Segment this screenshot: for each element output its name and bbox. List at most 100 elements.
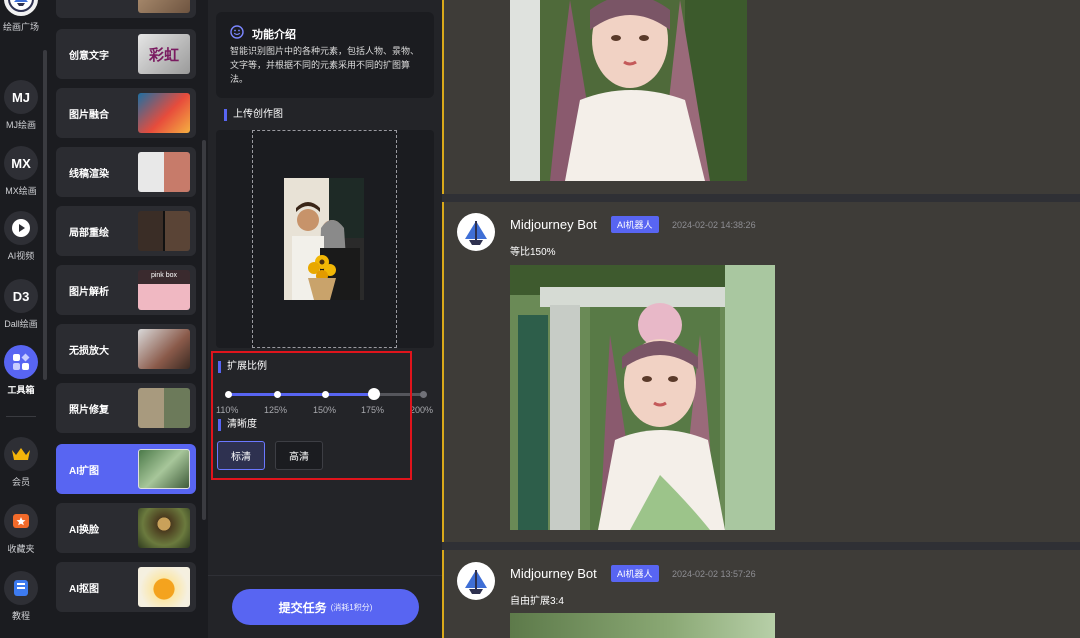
bot-avatar[interactable]	[457, 213, 495, 251]
upload-dropzone[interactable]	[216, 130, 434, 348]
message-timestamp: 2024-02-02 14:38:26	[672, 220, 756, 230]
message-text: 自由扩展3:4	[510, 596, 564, 607]
tool-thumb-restore	[138, 388, 190, 428]
tool-item-lineart[interactable]: 线稿渲染	[56, 147, 196, 197]
bot-avatar[interactable]	[457, 562, 495, 600]
crown-icon	[4, 437, 38, 471]
d3-icon: D3	[4, 279, 38, 313]
scale-stop-200[interactable]	[420, 391, 427, 398]
message-text: 等比150%	[510, 247, 556, 258]
scale-tick: 200%	[410, 405, 434, 415]
bot-badge: AI机器人	[611, 565, 659, 582]
mj-icon: MJ	[4, 80, 38, 114]
message-marker	[442, 550, 444, 638]
message-marker	[442, 202, 444, 542]
tool-thumb-creative-text: 彩虹	[138, 34, 190, 74]
tool-list-scrollbar[interactable]	[201, 0, 208, 638]
rail-label-tutorial: 教程	[11, 611, 30, 621]
intro-title: 功能介绍	[252, 29, 296, 41]
tool-label: 局部重绘	[69, 228, 109, 239]
tool-item-top-partial[interactable]	[56, 0, 196, 18]
submit-task-button[interactable]: 提交任务 (消耗1积分)	[232, 589, 419, 625]
rail-label-favorites: 收藏夹	[7, 544, 35, 554]
tutorial-icon	[4, 571, 38, 605]
tool-item-faceswap[interactable]: AI换脸	[56, 503, 196, 553]
message-separator	[442, 194, 1080, 202]
tool-thumb-parse: pink box	[138, 270, 190, 310]
message-timestamp: 2024-02-02 13:57:26	[672, 569, 756, 579]
rail-item-member[interactable]: 会员	[0, 437, 42, 488]
tool-thumb-cutout	[138, 567, 190, 607]
art-gallery-icon	[4, 0, 38, 16]
uploaded-image-preview[interactable]	[284, 178, 364, 300]
tool-label: 线稿渲染	[69, 169, 109, 180]
rail-item-toolbox[interactable]: 工具箱	[0, 345, 42, 396]
tool-item-parse[interactable]: 图片解析 pink box	[56, 265, 196, 315]
rail-label-mx: MX绘画	[5, 186, 37, 196]
tool-thumb-lineart	[138, 152, 190, 192]
feature-intro-card: 功能介绍 智能识别图片中的各种元素，包括人物、景物、文字等，并根据不同的元素采用…	[216, 12, 434, 98]
message-separator	[442, 542, 1080, 550]
panel-divider	[208, 575, 442, 576]
tool-thumb-top	[138, 0, 190, 13]
generated-image-2[interactable]	[510, 265, 775, 530]
rail-label-toolbox: 工具箱	[7, 385, 35, 395]
rail-label-video: AI视频	[7, 251, 35, 261]
chat-feed[interactable]: Midjourney Bot AI机器人 2024-02-02 14:38:26…	[442, 0, 1080, 638]
rail-item-favorites[interactable]: 收藏夹	[0, 504, 42, 555]
tool-label: AI抠图	[69, 584, 99, 595]
tool-item-cutout[interactable]: AI抠图	[56, 562, 196, 612]
tool-thumb-upscale	[138, 329, 190, 369]
tool-label: 照片修复	[69, 405, 109, 416]
rail-label-dall: Dall绘画	[4, 319, 38, 329]
mx-icon: MX	[4, 146, 38, 180]
toolbox-icon	[4, 345, 38, 379]
rail-label-member: 会员	[11, 477, 30, 487]
submit-label: 提交任务	[278, 600, 327, 615]
rail-divider	[6, 416, 36, 417]
intro-body: 智能识别图片中的各种元素，包括人物、景物、文字等，并根据不同的元素采用不同的扩图…	[230, 46, 420, 84]
rail-item-video[interactable]: AI视频	[0, 211, 42, 262]
config-panel: 功能介绍 智能识别图片中的各种元素，包括人物、景物、文字等，并根据不同的元素采用…	[208, 0, 442, 638]
rail-item-mx[interactable]: MX MX绘画	[0, 146, 42, 197]
generated-image-1[interactable]	[510, 0, 747, 181]
tool-item-outpaint[interactable]: AI扩图	[56, 444, 196, 494]
message-author[interactable]: Midjourney Bot	[510, 217, 597, 232]
tool-item-inpaint[interactable]: 局部重绘	[56, 206, 196, 256]
tool-label: AI换脸	[69, 525, 99, 536]
message-marker	[442, 0, 444, 194]
left-rail: 绘画广场 MJ MJ绘画 MX MX绘画 AI视频 D3 Dall绘画 工具箱	[0, 0, 42, 638]
tool-thumb-blend	[138, 93, 190, 133]
app-root: 绘画广场 MJ MJ绘画 MX MX绘画 AI视频 D3 Dall绘画 工具箱	[0, 0, 1080, 638]
bot-badge: AI机器人	[611, 216, 659, 233]
tool-thumb-inpaint	[138, 211, 190, 251]
tool-label: 图片解析	[69, 287, 109, 298]
upload-section-label: 上传创作图	[224, 109, 283, 121]
tool-item-blend[interactable]: 图片融合	[56, 88, 196, 138]
tool-label: 创意文字	[69, 51, 109, 62]
rail-item-dall[interactable]: D3 Dall绘画	[0, 279, 42, 330]
tool-thumb-faceswap	[138, 508, 190, 548]
rail-item-mj[interactable]: MJ MJ绘画	[0, 80, 42, 131]
tool-list-scroll-thumb[interactable]	[202, 140, 206, 520]
rail-label-mj: MJ绘画	[6, 120, 36, 130]
tool-label: 无损放大	[69, 346, 109, 357]
rail-scroll-thumb[interactable]	[43, 50, 47, 380]
rail-label-gallery: 绘画广场	[2, 22, 39, 32]
submit-cost: (消耗1积分)	[330, 602, 373, 612]
tool-label: 图片融合	[69, 110, 109, 121]
tool-label: AI扩图	[69, 466, 99, 477]
highlight-annotation-box	[211, 351, 412, 480]
play-icon	[4, 211, 38, 245]
smile-icon	[230, 25, 244, 39]
tool-item-restore[interactable]: 照片修复	[56, 383, 196, 433]
favorites-icon	[4, 504, 38, 538]
rail-item-gallery[interactable]: 绘画广场	[0, 0, 42, 33]
rail-item-tutorial[interactable]: 教程	[0, 571, 42, 622]
message-author[interactable]: Midjourney Bot	[510, 566, 597, 581]
generated-image-3[interactable]	[510, 613, 775, 638]
tool-item-upscale[interactable]: 无损放大	[56, 324, 196, 374]
tool-item-creative-text[interactable]: 创意文字 彩虹	[56, 29, 196, 79]
tool-list: 创意文字 彩虹 图片融合 线稿渲染 局部重绘 图片解析 pink box 无损放…	[48, 0, 208, 638]
tool-thumb-outpaint	[138, 449, 190, 489]
